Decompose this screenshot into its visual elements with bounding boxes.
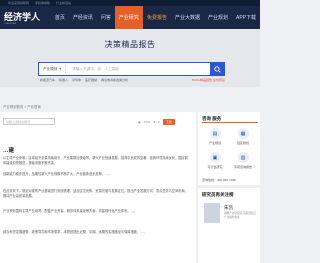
- nav-bigdata[interactable]: 产业大数据: [171, 6, 204, 29]
- logo-subtext: QIANZHAN: [4, 23, 17, 25]
- search-button[interactable]: [210, 62, 225, 76]
- nav-qa[interactable]: 问答: [97, 6, 115, 29]
- main-content: 请输入资料关键词 ◉ 1007 ♥ 2 下载 …建 从主导产业来看，区域经济总量…: [0, 112, 196, 263]
- title-underline: [202, 122, 258, 123]
- search-icon: [214, 65, 221, 73]
- view-count: 1007: [143, 120, 151, 124]
- like-count: 2: [158, 120, 160, 124]
- hot-tag[interactable]: 医疗器械: [85, 78, 97, 82]
- site-logo[interactable]: 经济学人 QIANZHAN: [4, 10, 51, 25]
- service-label: 可行性研究: [207, 165, 223, 169]
- expert-panel: 研究员再关注榜 朱凯 前瞻产业研究院 高级研究员 产业规划专家: [198, 188, 260, 263]
- hot-tag[interactable]: 新能源汽车: [40, 78, 55, 82]
- breadcrumb[interactable]: 产业规划首页 > 产业咨询: [3, 104, 41, 109]
- nav-app-download[interactable]: APP下载: [232, 6, 260, 29]
- hot-tag[interactable]: 跨境电商新政策分析: [101, 78, 128, 82]
- document-icon: ▣: [209, 152, 221, 163]
- hot-tags: 新能源汽车 机器人 半导体 医疗器械 跨境电商新政策分析 5000+精品报告 在…: [40, 78, 225, 82]
- paragraph: 综合考虑发展趋势、政策导向和市场需求，本规划提出近期、中期、远期的实施路径与保障…: [3, 230, 147, 234]
- chevron-down-icon: ▾: [59, 67, 62, 71]
- expert-desc: 前瞻产业研究院 高级研究员 产业规划专家: [224, 212, 256, 219]
- service-label: 专项咨询报告: [233, 165, 252, 169]
- report-icon: ▥: [237, 152, 249, 163]
- main-nav: 经济学人 QIANZHAN 首页 产经资讯 问答 产业研究 免费报告 产业大数据…: [0, 6, 260, 29]
- report-search-bar: 产业规划 ▾ 请输入关键词，如：人工智能: [38, 62, 225, 76]
- nav-planning[interactable]: 产业规划: [204, 6, 232, 29]
- download-button[interactable]: 下载: [162, 119, 175, 125]
- hotline: 咨询热线：400-068-7188: [202, 178, 236, 182]
- nav-home[interactable]: 首页: [51, 6, 69, 29]
- topbar-item[interactable]: 欢迎来到前瞻网: [8, 1, 29, 5]
- hero-promo-link[interactable]: 5000+精品报告 在线阅读: [192, 78, 225, 82]
- service-panel: 咨询 服务 ▤ 产业规划 ▦ 园区规划 ▣ 可行性研究 ▥ 专项咨询报告 咨询热…: [198, 112, 260, 185]
- service-label: 产业规划: [208, 141, 221, 145]
- building-icon: ▦: [237, 128, 249, 139]
- chart-icon: ▤: [209, 128, 221, 139]
- paragraph: 创新能力稳步提升，战略性新兴产业规模不断扩大，产业链条逐步延伸，…。: [3, 172, 112, 176]
- search-category-select[interactable]: 产业规划 ▾: [39, 65, 67, 73]
- hero-banner: 决策精品报告 产业规划 ▾ 请输入关键词，如：人工智能 新能源汽车 机器人 半导…: [0, 29, 260, 87]
- expert-card[interactable]: 朱凯 前瞻产业研究院 高级研究员 产业规划专家: [204, 203, 256, 233]
- topbar-item[interactable]: 行业精选站: [56, 1, 71, 5]
- nav-news[interactable]: 产经资讯: [69, 6, 97, 29]
- eye-icon: ◉: [138, 120, 141, 124]
- hot-tag[interactable]: 机器人: [59, 78, 68, 82]
- paragraph: 产业规划围绕主导产业培育、配套产业完善、服务体系建设等方面，构建现代化产业体系，…: [3, 209, 137, 213]
- experts-title: 研究员再关注榜: [202, 192, 234, 197]
- hero-title: 决策精品报告: [104, 40, 156, 49]
- search-category-label: 产业规划: [43, 66, 58, 71]
- service-park-planning[interactable]: ▦ 园区规划: [231, 128, 255, 145]
- nav-items: 首页 产经资讯 问答 产业研究 免费报告 产业大数据 产业规划 APP下载: [51, 6, 260, 29]
- service-consulting[interactable]: ▥ 专项咨询报告: [231, 152, 255, 169]
- paragraph: 从主导产业来看，区域经济总量持续增长，产业集群加快培育，新兴产业快速发展，招商引…: [3, 156, 188, 165]
- filter-input[interactable]: 请输入资料关键词: [3, 118, 55, 125]
- service-industry-planning[interactable]: ▤ 产业规划: [203, 128, 227, 145]
- logo-text: 经济学人: [4, 13, 41, 23]
- topbar-item[interactable]: 手机看前瞻: [35, 1, 50, 5]
- nav-free-reports[interactable]: 免费报告: [143, 6, 171, 29]
- service-label: 园区规划: [236, 141, 249, 145]
- section-title: …建: [3, 148, 15, 154]
- sidebar: 咨询 服务 ▤ 产业规划 ▦ 园区规划 ▣ 可行性研究 ▥ 专项咨询报告 咨询热…: [198, 112, 260, 263]
- thumb-icon: ♥: [153, 120, 156, 124]
- hot-tag[interactable]: 半导体: [72, 78, 81, 82]
- nav-research[interactable]: 产业研究: [114, 6, 143, 29]
- search-input[interactable]: 请输入关键词，如：人工智能: [72, 67, 210, 72]
- paragraph: 在此背景下，规划对现有产业基础进行系统梳理，结合区位优势、资源禀赋与发展定位，提…: [3, 189, 188, 198]
- expert-name: 朱凯: [224, 205, 233, 210]
- service-feasibility[interactable]: ▣ 可行性研究: [203, 152, 227, 169]
- report-stats: ◉ 1007 ♥ 2 下载: [138, 119, 175, 125]
- avatar: [204, 203, 220, 223]
